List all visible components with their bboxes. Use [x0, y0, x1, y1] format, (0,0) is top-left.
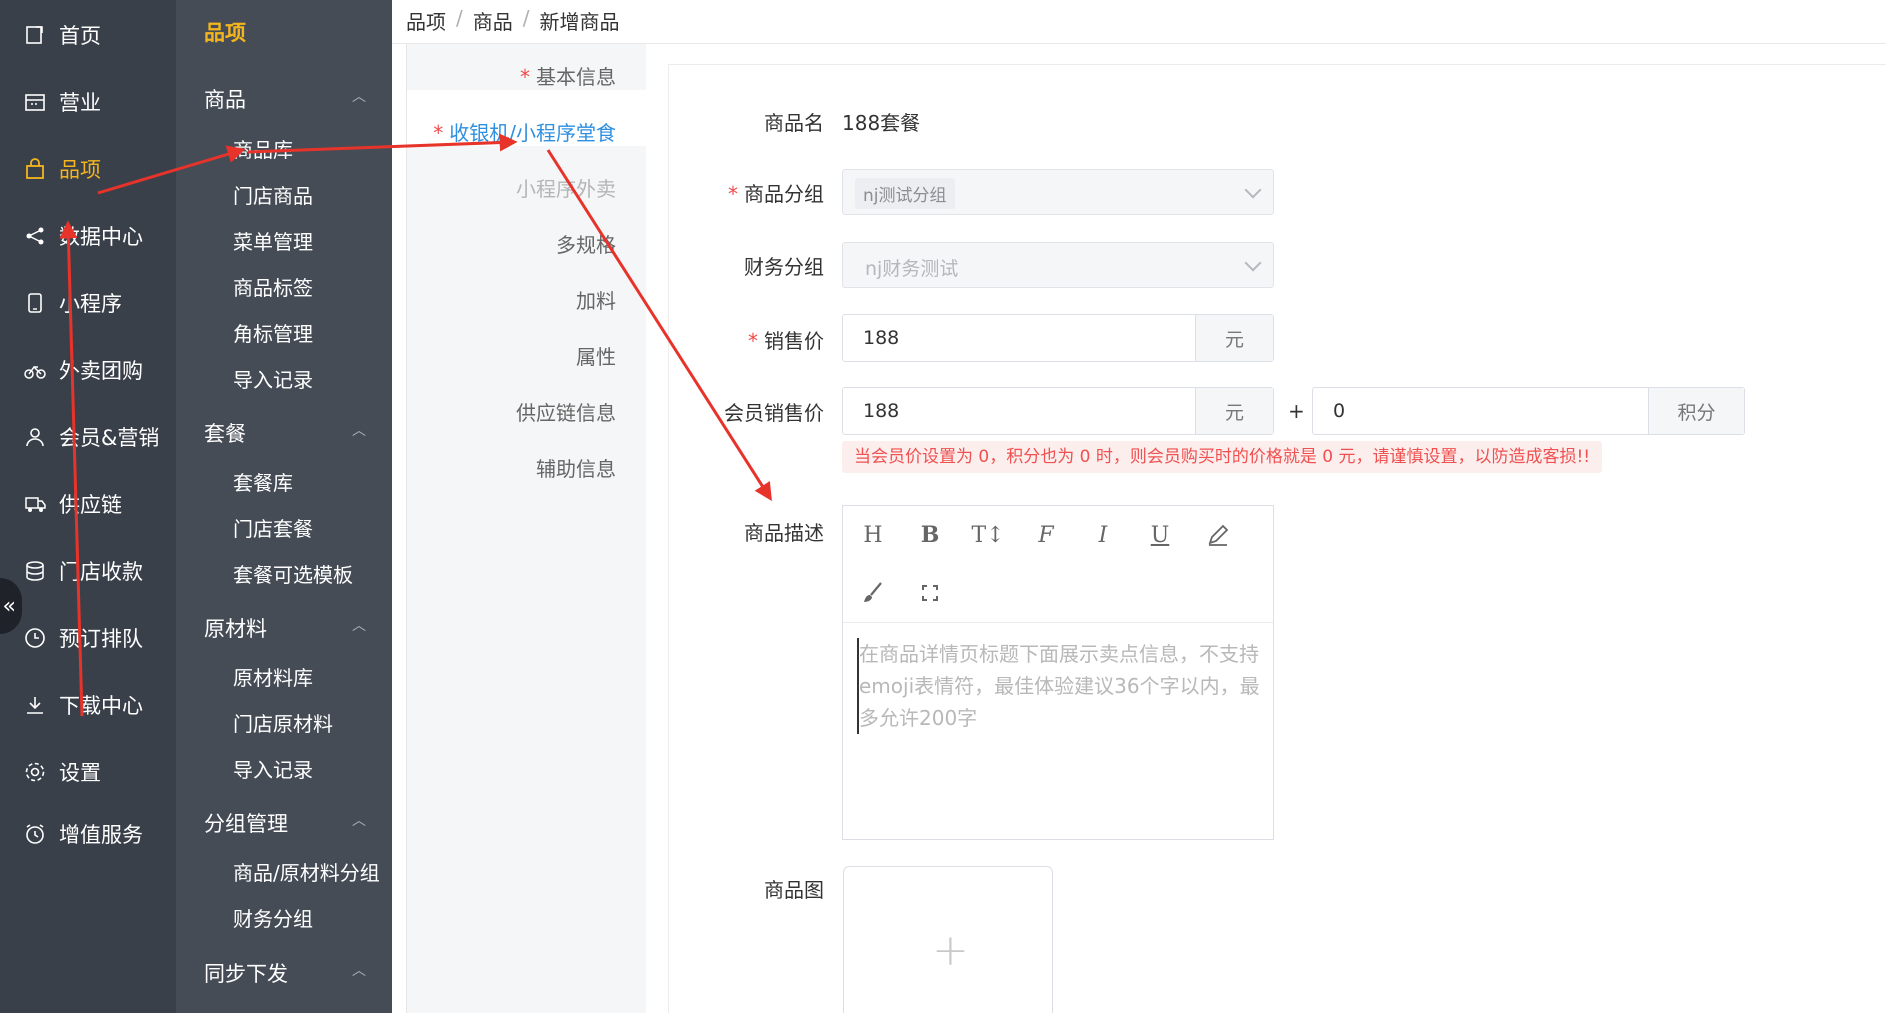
annotation-arrow: [247, 133, 518, 154]
annotation-arrow: [97, 145, 246, 195]
annotation-arrow: [546, 149, 772, 502]
annotation-arrows: [59, 133, 772, 717]
annotation-arrow: [59, 220, 84, 717]
